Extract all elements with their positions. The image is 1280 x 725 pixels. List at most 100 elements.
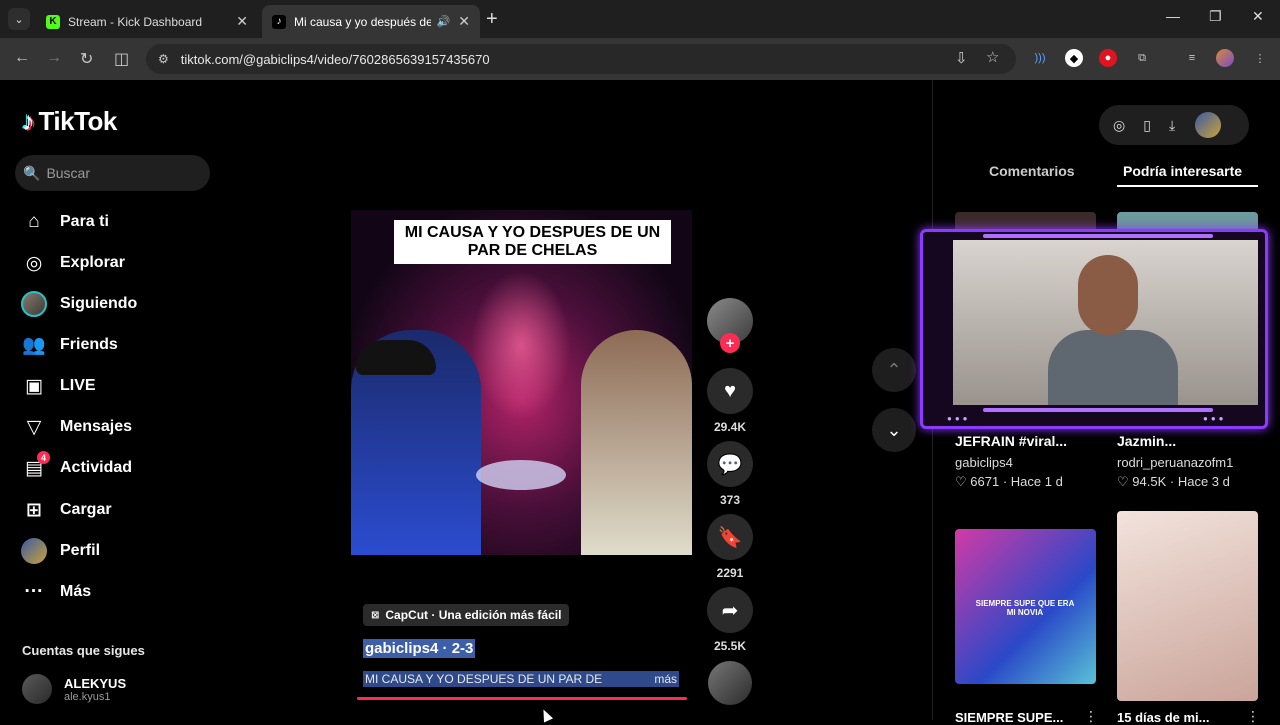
card-title[interactable]: Jazmin...	[1117, 433, 1176, 449]
more-icon: ···	[24, 581, 44, 602]
video-author-line[interactable]: gabiclips4 · 2-3	[363, 639, 476, 658]
mouse-cursor	[538, 707, 554, 723]
recommended-thumbnail[interactable]: SIEMPRE SUPE QUE ERA MI NOVIA	[955, 529, 1096, 684]
video-stage-light	[471, 270, 571, 420]
search-box[interactable]: 🔍	[15, 155, 210, 191]
split-view-icon[interactable]: ◫	[114, 49, 129, 69]
card-more-icon[interactable]: ⋮	[1084, 708, 1098, 725]
extension-diamond-icon[interactable]: ◆	[1065, 49, 1083, 67]
back-icon[interactable]: ←	[14, 49, 30, 67]
overlay-dots-right: ●●●	[1203, 414, 1227, 423]
extension-audio-icon[interactable]: )))	[1031, 49, 1049, 67]
nav-label: LIVE	[60, 377, 96, 394]
card-likes: 6671	[970, 474, 1000, 489]
new-tab-button[interactable]: +	[486, 8, 498, 30]
maximize-icon[interactable]: ❐	[1209, 8, 1222, 25]
tiktok-favicon-icon: ♪	[272, 14, 286, 29]
previous-video-button[interactable]: ⌃	[872, 348, 916, 392]
capcut-tag[interactable]: ⊠ CapCut · Una edición más fácil	[363, 604, 570, 626]
sound-disc[interactable]	[708, 661, 752, 705]
nav-label: Más	[60, 583, 92, 600]
webcam-person-face	[1078, 255, 1138, 335]
chevron-up-icon: ⌃	[886, 359, 902, 380]
reload-icon[interactable]: ↻	[80, 49, 93, 69]
top-tools-pill: ◎ ▯ ⤓	[1099, 105, 1249, 145]
nav-item-friends[interactable]: 👥 Friends	[20, 329, 118, 361]
nav-item-cargar[interactable]: ⊞ Cargar	[20, 494, 112, 526]
explore-icon[interactable]: ◎	[1113, 117, 1125, 134]
address-bar[interactable]: ⚙ tiktok.com/@gabiclips4/video/760286563…	[146, 44, 1016, 74]
heart-icon: ♥	[724, 379, 736, 402]
nav-item-perfil[interactable]: Perfil	[20, 535, 100, 567]
live-icon: ▣	[25, 375, 43, 397]
card-title[interactable]: JEFRAIN #viral...	[955, 433, 1067, 449]
extensions-puzzle-icon[interactable]: ⧉	[1133, 49, 1151, 67]
tab-podria-interesarte[interactable]: Podría interesarte	[1123, 163, 1242, 179]
recommended-thumbnail[interactable]	[1117, 511, 1258, 701]
follow-plus-icon[interactable]: +	[720, 333, 740, 353]
tab-search-chevron-icon[interactable]: ⌄	[8, 8, 30, 30]
tiktok-page: ♪ TikTok 🔍 ⌂ Para ti ◎ Explorar Siguiend…	[0, 80, 1280, 725]
chevron-down-icon: ⌄	[886, 419, 902, 440]
nav-item-live[interactable]: ▣ LIVE	[20, 370, 96, 402]
nav-item-para-ti[interactable]: ⌂ Para ti	[20, 206, 109, 238]
browser-menu-icon[interactable]: ⋮	[1251, 49, 1269, 67]
overlay-dots-left: ●●●	[947, 414, 971, 423]
heart-outline-icon: ♡	[955, 474, 967, 489]
user-avatar[interactable]	[1195, 112, 1222, 138]
search-input[interactable]	[46, 165, 197, 181]
friends-icon: 👥	[22, 335, 46, 356]
card-more-icon[interactable]: ⋮	[1246, 708, 1260, 725]
compass-icon: ◎	[25, 252, 43, 274]
tiktok-logo[interactable]: ♪ TikTok	[22, 106, 117, 137]
minimize-icon[interactable]: —	[1166, 8, 1180, 24]
nav-item-mensajes[interactable]: ▽ Mensajes	[20, 411, 132, 443]
share-button[interactable]: ➦	[707, 587, 753, 633]
site-info-icon[interactable]: ⚙	[158, 52, 169, 66]
card-title[interactable]: SIEMPRE SUPE...	[955, 710, 1063, 725]
bookmark-star-icon[interactable]: ☆	[986, 48, 999, 66]
close-tab-icon[interactable]: ✕	[458, 13, 470, 30]
card-time: Hace 1 d	[1010, 474, 1063, 489]
next-video-button[interactable]: ⌄	[872, 408, 916, 452]
comment-button[interactable]: 💬	[707, 441, 753, 487]
capcut-label: CapCut · Una edición más fácil	[385, 608, 562, 622]
nav-item-siguiendo[interactable]: Siguiendo	[20, 288, 137, 320]
audio-playing-icon[interactable]: 🔊	[437, 15, 451, 28]
close-window-icon[interactable]: ✕	[1252, 8, 1264, 25]
card-title[interactable]: 15 días de mi...	[1117, 710, 1210, 725]
device-icon[interactable]: ▯	[1143, 117, 1151, 134]
search-icon: 🔍	[23, 164, 41, 181]
video-progress-bar[interactable]	[357, 697, 687, 700]
tab-tiktok-video[interactable]: ♪ Mi causa y yo después de un par de che…	[262, 5, 480, 38]
like-button[interactable]: ♥	[707, 368, 753, 414]
nav-item-mas[interactable]: ··· Más	[20, 576, 92, 608]
thumbnail-overlay-text: SIEMPRE SUPE QUE ERA MI NOVIA	[975, 599, 1075, 617]
media-control-icon[interactable]: ≡	[1183, 49, 1201, 67]
close-tab-icon[interactable]: ✕	[236, 13, 248, 30]
card-user[interactable]: rodri_peruanazofm1	[1117, 455, 1233, 470]
forward-icon[interactable]: →	[46, 49, 62, 67]
bookmark-icon: 🔖	[717, 526, 743, 549]
more-link[interactable]: más	[654, 672, 677, 686]
save-button[interactable]: 🔖	[707, 514, 753, 560]
download-icon[interactable]: ⤓	[1169, 117, 1175, 134]
upload-icon: ⊞	[26, 499, 42, 521]
webcam-person-body	[1048, 330, 1178, 405]
extension-red-icon[interactable]: ●	[1099, 49, 1117, 67]
profile-avatar-icon[interactable]	[1216, 49, 1234, 67]
tab-comentarios[interactable]: Comentarios	[989, 163, 1075, 179]
card-user[interactable]: gabiclips4	[955, 455, 1013, 470]
url-text[interactable]: tiktok.com/@gabiclips4/video/76028656391…	[181, 52, 490, 67]
install-app-icon[interactable]: ⇩	[955, 49, 968, 67]
nav-label: Cargar	[60, 501, 112, 518]
description-text: MI CAUSA Y YO DESPUES DE UN PAR DE	[365, 672, 603, 686]
kick-favicon-icon: K	[46, 14, 60, 29]
nav-label: Perfil	[60, 542, 101, 559]
video-table	[476, 460, 566, 490]
tab-kick-dashboard[interactable]: K Stream - Kick Dashboard ✕	[36, 5, 258, 38]
nav-item-explorar[interactable]: ◎ Explorar	[20, 247, 125, 279]
following-account[interactable]: ALEKYUS ale.kyus1	[22, 674, 126, 704]
nav-item-actividad[interactable]: ▤ 4 Actividad	[20, 451, 132, 484]
heart-outline-icon: ♡	[1117, 474, 1129, 489]
